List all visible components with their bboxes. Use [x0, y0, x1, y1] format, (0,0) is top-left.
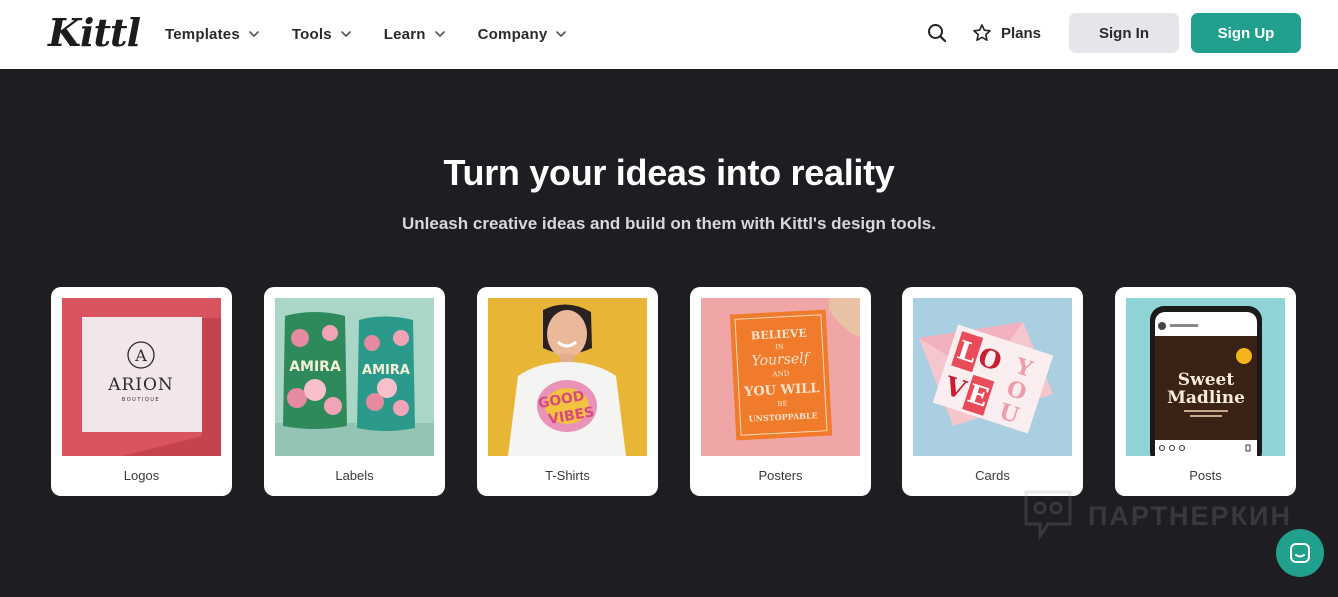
- posts-thumbnail: Sweet Madline: [1126, 298, 1285, 456]
- label-brand-2: AMIRA: [362, 363, 410, 378]
- card-label: Posts: [1189, 468, 1222, 483]
- logo-word: ARION: [107, 375, 174, 395]
- watermark: ПАРТНЕРКИН: [1022, 488, 1292, 544]
- chevron-down-icon: [556, 31, 567, 37]
- chevron-down-icon: [340, 31, 351, 37]
- logo-tagline: BOUTIQUE: [122, 397, 160, 403]
- post-title-1: Sweet: [1178, 370, 1235, 390]
- nav-tools[interactable]: Tools: [292, 22, 353, 46]
- category-card-labels[interactable]: AMIRA AMIRA Labels: [264, 287, 445, 496]
- card-label: Logos: [123, 468, 160, 483]
- sign-up-button[interactable]: Sign Up: [1191, 13, 1301, 53]
- nav-label: Company: [477, 25, 548, 43]
- plans-label: Plans: [1001, 24, 1042, 42]
- nav-label: Tools: [291, 25, 332, 43]
- category-card-tshirts[interactable]: GOOD VIBES T-Shirts: [477, 287, 658, 496]
- poster-line-2: IN: [775, 343, 784, 351]
- kittl-logo[interactable]: Kittl: [48, 10, 141, 56]
- hero-title: Turn your ideas into reality: [443, 152, 895, 193]
- hero-subtitle: Unleash creative ideas and build on them…: [402, 214, 936, 233]
- card-label: Posters: [758, 468, 803, 483]
- plans-link[interactable]: Plans: [972, 22, 1041, 44]
- chevron-down-icon: [249, 31, 259, 37]
- logos-thumbnail: A ARION BOUTIQUE: [62, 298, 221, 456]
- labels-thumbnail: AMIRA AMIRA: [275, 298, 434, 456]
- search-icon[interactable]: [926, 22, 948, 44]
- label-brand-1: AMIRA: [289, 359, 341, 375]
- card-label: Labels: [335, 468, 374, 483]
- chevron-down-icon: [434, 31, 445, 37]
- nav-learn[interactable]: Learn: [384, 22, 447, 46]
- nav-templates[interactable]: Templates: [165, 22, 261, 46]
- nav-label: Learn: [383, 25, 426, 43]
- nav-company[interactable]: Company: [478, 22, 569, 46]
- main-nav: Templates Tools Learn Company: [165, 22, 599, 46]
- category-card-posters[interactable]: BELIEVE IN Yourself AND YOU WILL BE UNST…: [690, 287, 871, 496]
- logo-mark: A: [134, 346, 147, 365]
- top-nav-bar: Kittl Templates Tools Learn Company Plan…: [0, 0, 1338, 69]
- nav-label: Templates: [165, 25, 240, 43]
- category-card-cards[interactable]: L O V E Y O U Cards: [902, 287, 1083, 496]
- cards-thumbnail: L O V E Y O U: [913, 298, 1072, 456]
- chat-button[interactable]: [1276, 529, 1324, 577]
- category-card-logos[interactable]: A ARION BOUTIQUE Logos: [51, 287, 232, 496]
- watermark-logo-icon: [1024, 490, 1072, 541]
- poster-line-4: AND: [771, 370, 790, 379]
- post-title-2: Madline: [1167, 388, 1245, 408]
- posters-thumbnail: BELIEVE IN Yourself AND YOU WILL BE UNST…: [701, 298, 860, 456]
- poster-line-6: BE: [777, 400, 788, 409]
- star-icon: [973, 24, 991, 41]
- card-label: T-Shirts: [545, 468, 590, 483]
- card-label: Cards: [975, 468, 1010, 483]
- poster-line-3: Yourself: [751, 350, 812, 369]
- watermark-text: ПАРТНЕРКИН: [1088, 500, 1292, 531]
- tshirts-thumbnail: GOOD VIBES: [488, 298, 647, 456]
- category-card-posts[interactable]: Sweet Madline Posts: [1115, 287, 1296, 496]
- chat-icon: [1290, 543, 1310, 563]
- sign-in-button[interactable]: Sign In: [1069, 13, 1179, 53]
